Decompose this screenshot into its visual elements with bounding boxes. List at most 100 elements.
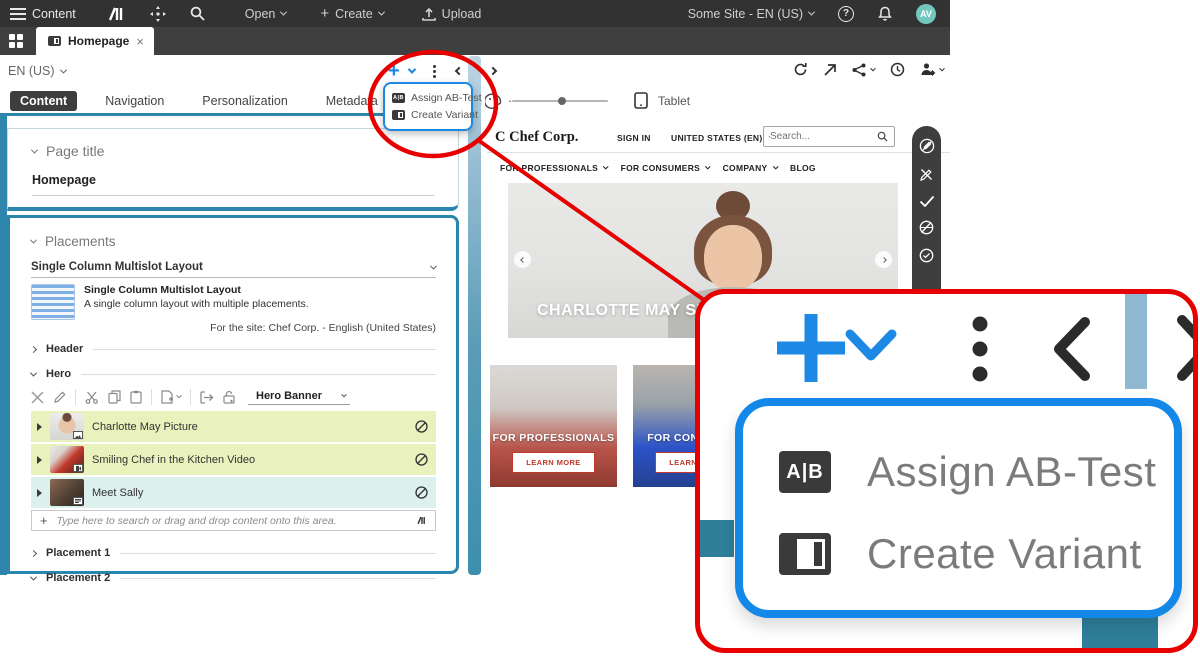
top-app-bar: Content Open + Create Upload Some Site -…	[0, 0, 950, 27]
prev-button[interactable]	[1054, 317, 1090, 381]
area-placement-1[interactable]: Placement 1	[29, 547, 436, 559]
tab-homepage[interactable]: Homepage ×	[36, 27, 154, 55]
prev-button[interactable]	[454, 66, 463, 76]
nav-professionals[interactable]: FOR PROFESSIONALS	[500, 163, 609, 173]
help-button[interactable]: ?	[826, 0, 866, 27]
publish-icon[interactable]	[919, 248, 934, 263]
component-row[interactable]: Meet Sally	[31, 477, 436, 508]
palette-icon[interactable]	[485, 93, 502, 109]
magnified-toolbar	[777, 314, 1198, 382]
user-avatar[interactable]: AV	[904, 0, 950, 27]
unpublished-icon	[415, 486, 428, 499]
search-button[interactable]	[178, 0, 217, 27]
menu-item-create-variant[interactable]: Create Variant	[392, 109, 478, 121]
carousel-prev-button[interactable]	[514, 251, 531, 268]
zoom-slider[interactable]	[512, 96, 608, 105]
region-label: UNITED STATES (EN)	[671, 133, 763, 143]
area-placement-2[interactable]: Placement 2	[29, 572, 436, 584]
edit-crossed-icon[interactable]	[919, 167, 934, 182]
more-actions-button[interactable]	[972, 316, 988, 382]
approve-check-icon[interactable]	[919, 195, 935, 207]
copy-icon[interactable]	[108, 390, 121, 404]
expand-icon[interactable]	[37, 488, 42, 497]
hamburger-menu-button[interactable]: Content	[0, 0, 88, 27]
magnified-add-component-menu: A|B Assign AB-Test Create Variant	[735, 398, 1182, 618]
page-status-toolbar	[912, 126, 941, 308]
open-external-icon[interactable]	[823, 63, 837, 77]
add-component-chevron[interactable]	[407, 65, 416, 74]
next-button[interactable]	[488, 66, 497, 76]
site-search-input[interactable]	[770, 131, 871, 142]
edit-disabled-icon[interactable]	[919, 138, 935, 154]
menu-item-assign-ab-test[interactable]: A|B Assign AB-Test	[392, 92, 482, 104]
expand-icon[interactable]	[37, 422, 42, 431]
unpublish-globe-icon[interactable]	[919, 220, 934, 235]
next-button[interactable]	[1177, 315, 1198, 381]
share-dropdown[interactable]	[852, 63, 876, 77]
menu-item-create-variant[interactable]: Create Variant	[779, 522, 1174, 586]
sign-in-link[interactable]: SIGN IN	[617, 133, 651, 143]
import-icon[interactable]	[200, 390, 214, 404]
nav-company[interactable]: COMPANY	[723, 163, 778, 173]
collapse-icon[interactable]	[29, 369, 38, 377]
content-search-dropzone[interactable]: + Type here to search or drag and drop c…	[31, 510, 436, 531]
component-type-select[interactable]: Hero Banner	[248, 390, 351, 405]
open-dropdown[interactable]: Open	[233, 0, 299, 27]
component-row[interactable]: Smiling Chef in the Kitchen Video	[31, 444, 436, 475]
carousel-next-button[interactable]	[875, 251, 892, 268]
expand-icon[interactable]	[29, 345, 38, 353]
lock-icon[interactable]	[223, 390, 235, 404]
search-icon	[190, 6, 205, 21]
remove-icon[interactable]	[31, 390, 44, 404]
slider-thumb[interactable]	[558, 96, 566, 105]
site-search[interactable]	[763, 126, 895, 147]
teaser-card-professionals[interactable]: FOR PROFESSIONALS LEARN MORE	[490, 365, 617, 487]
tab-metadata[interactable]: Metadata	[316, 91, 388, 111]
learn-more-button[interactable]: LEARN MORE	[512, 452, 595, 473]
add-component-chevron[interactable]	[845, 329, 897, 361]
paste-icon[interactable]	[130, 390, 142, 404]
area-hero[interactable]: Hero	[29, 368, 436, 380]
expand-icon[interactable]	[29, 549, 38, 557]
expand-icon[interactable]	[37, 455, 42, 464]
collapse-icon[interactable]	[30, 146, 39, 154]
new-component-dropdown[interactable]	[161, 390, 182, 404]
panel-resize-handle[interactable]	[468, 56, 481, 575]
notifications-button[interactable]	[866, 0, 904, 27]
site-selector[interactable]: Some Site - EN (US)	[676, 0, 826, 27]
tab-navigation[interactable]: Navigation	[95, 91, 174, 111]
app-launcher-button[interactable]	[0, 27, 32, 55]
locale-selector[interactable]: EN (US)	[8, 64, 67, 78]
site-logo[interactable]: C Chef Corp.	[495, 129, 578, 146]
tab-content[interactable]: Content	[10, 90, 78, 111]
tab-personalization[interactable]: Personalization	[192, 91, 297, 111]
nav-consumers[interactable]: FOR CONSUMERS	[621, 163, 711, 173]
page-title-section[interactable]: Page title Homepage	[7, 128, 459, 211]
component-row[interactable]: Charlotte May Picture	[31, 411, 436, 442]
page-title-field[interactable]: Homepage	[32, 173, 434, 196]
move-tool-button[interactable]	[138, 0, 178, 27]
tablet-icon[interactable]	[634, 92, 648, 109]
nav-blog[interactable]: BLOG	[790, 163, 816, 173]
menu-item-assign-ab-test[interactable]: A|B Assign AB-Test	[779, 440, 1174, 504]
magnolia-logo-button[interactable]	[96, 0, 138, 27]
area-header[interactable]: Header	[29, 343, 436, 355]
history-icon[interactable]	[890, 62, 905, 77]
more-actions-button[interactable]	[423, 64, 446, 78]
collapse-icon[interactable]	[29, 236, 38, 244]
edit-icon[interactable]	[53, 390, 66, 404]
collapse-icon[interactable]	[29, 573, 38, 581]
add-component-button[interactable]	[777, 314, 845, 382]
close-icon[interactable]: ×	[136, 35, 144, 48]
create-dropdown[interactable]: + Create	[308, 0, 395, 27]
placements-section[interactable]: Placements Single Column Multislot Layou…	[7, 215, 459, 584]
layout-select[interactable]: Single Column Multislot Layout	[31, 261, 438, 278]
region-selector[interactable]: UNITED STATES (EN)	[671, 133, 775, 143]
add-component-button[interactable]: +	[385, 61, 403, 81]
upload-button[interactable]: Upload	[410, 0, 494, 27]
chevron-down-icon	[280, 8, 288, 16]
cut-icon[interactable]	[85, 391, 99, 404]
refresh-icon[interactable]	[793, 62, 808, 77]
personas-dropdown[interactable]	[920, 62, 945, 77]
video-badge-icon	[73, 464, 83, 472]
